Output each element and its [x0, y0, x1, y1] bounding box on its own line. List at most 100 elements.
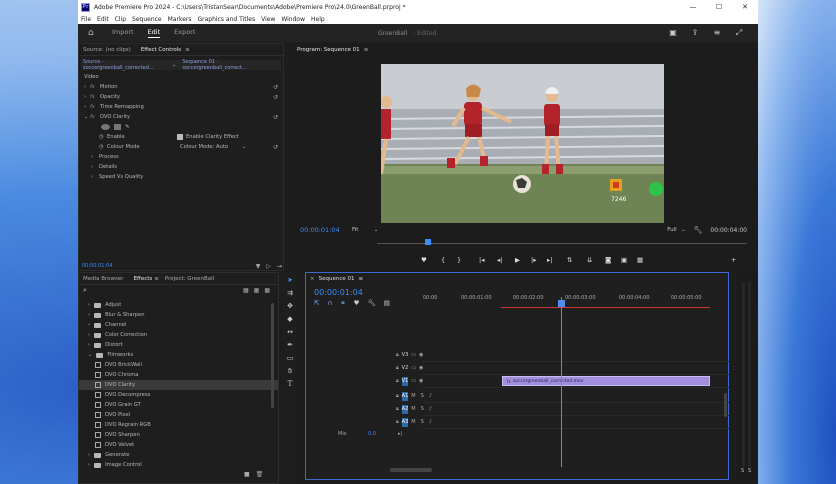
step-back-icon[interactable]: ◂| [497, 256, 502, 264]
timeline-h-scrollbar[interactable] [390, 468, 432, 472]
chevron-down-icon[interactable]: ⌄ [374, 227, 378, 233]
menu-window[interactable]: Window [281, 16, 305, 23]
solo-icon[interactable]: S [741, 468, 744, 474]
sync-icon[interactable]: ▭ [411, 352, 416, 358]
fx-icon[interactable]: fx [90, 94, 100, 100]
play-only-icon[interactable]: ▷ [266, 263, 271, 270]
lock-icon[interactable]: 🔒︎ [396, 365, 399, 371]
source-clip-label[interactable]: Source · soccergreenball_corrected... [83, 59, 172, 71]
lock-icon[interactable]: 🔒︎ [396, 406, 399, 412]
track-label[interactable]: V2 [402, 364, 409, 373]
effect-motion[interactable]: › fx Motion ↺ [81, 82, 281, 92]
32bit-effects-icon[interactable]: ▦ [254, 287, 260, 294]
effect-item-dvo-grain-gt[interactable]: DVO Grain GT [79, 400, 278, 410]
effect-item-dvo-chroma[interactable]: DVO Chroma [79, 370, 278, 380]
eye-icon[interactable]: ◉ [419, 352, 423, 358]
ripple-edit-icon[interactable]: ✥ [283, 302, 297, 315]
menu-help[interactable]: Help [311, 16, 325, 23]
mic-icon[interactable]: ♪ [429, 406, 432, 412]
panel-menu-icon[interactable]: ≡ [185, 47, 190, 53]
menu-clip[interactable]: Clip [115, 16, 126, 23]
track-select-icon[interactable]: ⇉ [283, 289, 297, 302]
fx-icon[interactable]: fx [90, 84, 100, 90]
solo-icon[interactable]: S [421, 393, 424, 399]
comparison-icon[interactable]: ▣ [621, 256, 627, 264]
track-label[interactable]: A1 [401, 391, 409, 401]
effect-item-dvo-regrain-rgb[interactable]: DVO Regrain RGB [79, 420, 278, 430]
video-frame[interactable]: 7246 [381, 64, 664, 223]
expand-arrow-icon[interactable]: › [91, 174, 99, 180]
solo-icon[interactable]: S [748, 468, 751, 474]
reset-icon[interactable]: ↺ [273, 114, 278, 121]
reset-icon[interactable]: ↺ [273, 94, 278, 101]
wrench-icon[interactable]: 🔧︎ [368, 299, 376, 307]
workspaces-icon[interactable]: ▣ [662, 28, 684, 38]
track-label[interactable]: A2 [401, 404, 409, 414]
fx-icon[interactable]: fx [90, 104, 100, 110]
lock-icon[interactable]: 🔒︎ [396, 393, 399, 399]
panel-menu-icon[interactable]: ≡ [154, 276, 159, 282]
folder-filmworks[interactable]: ⌄ Filmworks [79, 350, 278, 360]
program-title[interactable]: Program: Sequence 01 [297, 47, 360, 53]
effect-dvo-clarity[interactable]: ⌄ fx DVO Clarity ↺ [81, 112, 281, 122]
group-process[interactable]: › Process [81, 152, 281, 162]
panel-menu-icon[interactable]: ≡ [359, 276, 364, 282]
effects-scrollbar[interactable] [271, 303, 274, 408]
timeline-playhead[interactable] [558, 300, 565, 307]
tab-import[interactable]: Import [112, 28, 134, 38]
folder-channel[interactable]: › Channel [79, 320, 278, 330]
stopwatch-icon[interactable]: ◷ [99, 134, 107, 140]
folder-blur-sharpen[interactable]: › Blur & Sharpen [79, 310, 278, 320]
effect-item-dvo-sharpen[interactable]: DVO Sharpen [79, 430, 278, 440]
stopwatch-icon[interactable]: ◷ [99, 144, 107, 150]
track-label[interactable]: A3 [401, 417, 409, 427]
folder-distort[interactable]: › Distort [79, 340, 278, 350]
share-icon[interactable]: ⇪ [684, 28, 706, 38]
menu-markers[interactable]: Markers [168, 16, 192, 23]
pen-tool-icon[interactable]: ✒ [283, 341, 297, 354]
add-button-icon[interactable]: + [731, 256, 736, 264]
home-icon[interactable]: ⌂ [88, 28, 102, 38]
timeline-v-scrollbar[interactable] [724, 393, 727, 417]
go-to-out-icon[interactable]: ▸| [398, 431, 402, 437]
playhead-marker[interactable] [425, 239, 431, 245]
reset-icon[interactable]: ↺ [273, 144, 278, 151]
fullscreen-icon[interactable]: ⤢ [728, 28, 750, 38]
effect-controls-timecode[interactable]: 00:00:01:04 [82, 263, 113, 269]
export-icon[interactable]: ⇥ [277, 263, 282, 270]
minimize-icon[interactable]: — [680, 3, 706, 11]
tab-media-browser[interactable]: Media Browser [83, 276, 124, 282]
chevron-down-icon[interactable]: ⌄ [242, 144, 246, 150]
video-clip[interactable]: fx soccergreenball_corrected.mov [502, 376, 710, 386]
track-label[interactable]: V1 [401, 376, 409, 386]
sequence-clip-label[interactable]: Sequence 01 · soccergreenball_correct... [182, 59, 281, 71]
overlay-icon[interactable]: ▦ [637, 256, 643, 264]
reset-icon[interactable]: ↺ [273, 84, 278, 91]
mute-icon[interactable]: M [411, 419, 415, 425]
expand-arrow-icon[interactable]: › [91, 154, 99, 160]
group-speed-quality[interactable]: › Speed Vs Quality [81, 172, 281, 182]
camera-icon[interactable]: ◙ [605, 256, 611, 264]
effect-item-dvo-brickwall[interactable]: DVO BrickWall [79, 360, 278, 370]
type-tool-icon[interactable]: T [283, 380, 297, 393]
menu-view[interactable]: View [261, 16, 275, 23]
mark-out-icon[interactable]: } [457, 256, 461, 264]
slip-tool-icon[interactable]: ↔ [283, 328, 297, 341]
maximize-icon[interactable]: ☐ [706, 3, 732, 11]
nest-icon[interactable]: ⇱ [314, 299, 319, 307]
close-icon[interactable]: ✕ [732, 3, 758, 11]
tab-effects[interactable]: Effects [134, 276, 153, 282]
new-bin-icon[interactable]: ■ [244, 471, 250, 478]
expand-arrow-icon[interactable]: › [91, 164, 99, 170]
solo-icon[interactable]: S [421, 419, 424, 425]
hand-tool-icon[interactable]: ✋︎ [283, 367, 297, 380]
fx-icon[interactable]: fx [90, 114, 100, 120]
menu-file[interactable]: File [81, 16, 91, 23]
extract-icon[interactable]: ⇊ [587, 256, 592, 264]
effect-time-remapping[interactable]: › fx Time Remapping [81, 102, 281, 112]
menu-lines-icon[interactable]: ≡ [706, 28, 728, 38]
add-marker-icon[interactable]: ♥ [354, 299, 360, 307]
mix-value[interactable]: 0.0 [368, 431, 394, 437]
wrench-icon[interactable]: 🔧︎ [694, 226, 703, 234]
snap-icon[interactable]: ∩ [327, 299, 332, 307]
